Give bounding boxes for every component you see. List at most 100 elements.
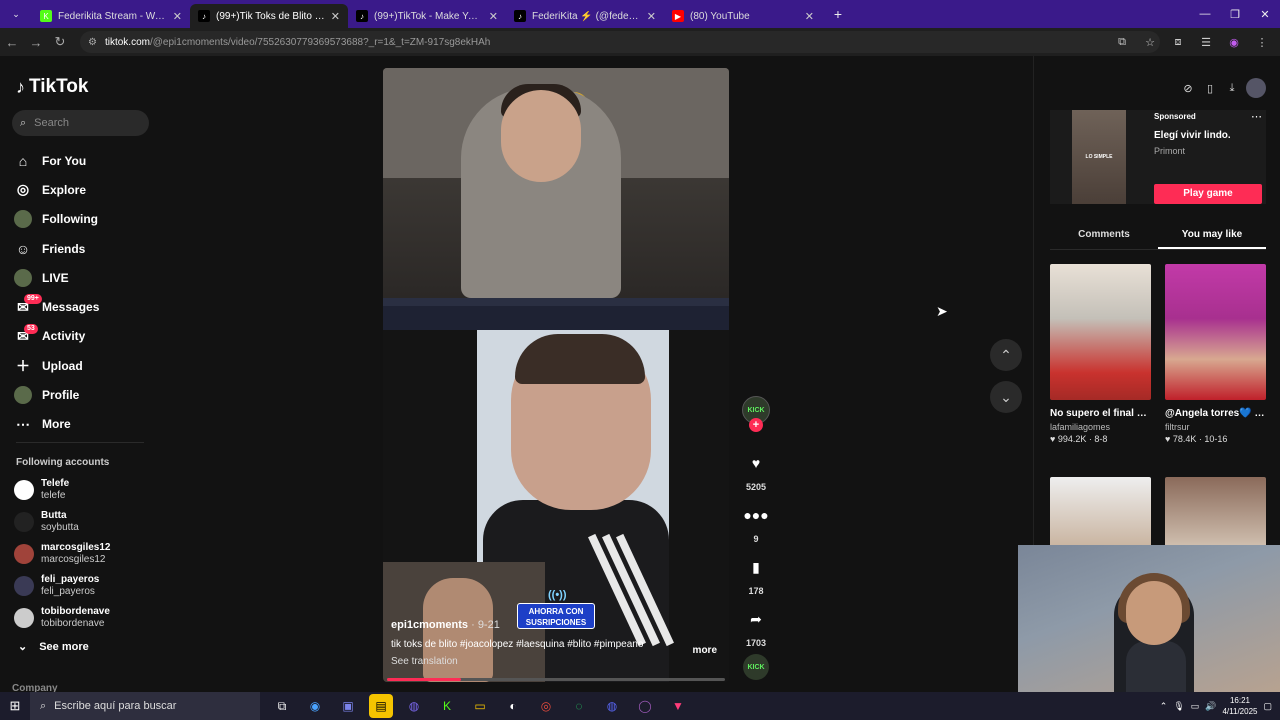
company-link[interactable]: Company: [12, 683, 58, 692]
kick-icon[interactable]: K: [435, 694, 459, 718]
browser-tab[interactable]: ♪ (99+)TikTok - Make Your Day ✕: [348, 4, 506, 28]
discord-icon[interactable]: ◍: [402, 694, 426, 718]
download-icon[interactable]: ⤓: [1224, 80, 1240, 96]
rec-thumbnail[interactable]: [1050, 477, 1151, 547]
nav-item-activity[interactable]: ✉ Activity 53: [14, 322, 154, 351]
search-input[interactable]: ⌕ Search: [12, 110, 149, 136]
phone-icon[interactable]: ▯: [1202, 80, 1218, 96]
site-info-icon[interactable]: ⚙: [88, 37, 97, 48]
media-icon[interactable]: ☰: [1196, 32, 1216, 52]
video-progress-bar[interactable]: [387, 678, 725, 681]
bookmark-icon[interactable]: ▮: [741, 552, 771, 582]
share-action[interactable]: ➦ 1703: [738, 604, 774, 649]
forward-icon[interactable]: →: [24, 30, 48, 54]
account-avatar[interactable]: [14, 544, 34, 564]
ad-menu-icon[interactable]: ⋯: [1251, 110, 1262, 123]
rec-item[interactable]: [1050, 477, 1151, 547]
tab-close-icon[interactable]: ✕: [331, 10, 340, 23]
nav-item-friends[interactable]: ☺ Friends: [14, 234, 154, 263]
obs-icon[interactable]: ◐: [501, 694, 525, 718]
account-avatar[interactable]: [14, 576, 34, 596]
ad-thumbnail[interactable]: LO SIMPLE: [1072, 110, 1126, 204]
compass-icon[interactable]: ⊘: [1180, 80, 1196, 96]
video-player[interactable]: ((•)) AHORRA CON SUSRIPCIONES epi1cmomen…: [383, 68, 729, 682]
copilot-icon[interactable]: ◉: [303, 694, 327, 718]
rec-item[interactable]: [1165, 477, 1266, 547]
follow-plus-button[interactable]: +: [749, 418, 763, 432]
comment-action[interactable]: ●●● 9: [738, 500, 774, 544]
sticky-notes-icon[interactable]: ▤: [369, 694, 393, 718]
windows-start-icon[interactable]: ⊞: [0, 692, 30, 720]
menu-icon[interactable]: ⋮: [1252, 32, 1272, 52]
previous-video-button[interactable]: ⌃: [990, 339, 1022, 371]
following-account[interactable]: Telefe telefe: [14, 474, 154, 506]
browser-tab[interactable]: ♪ FederiKita ⚡ (@federikitaa ✕: [506, 4, 664, 28]
tab-search-icon[interactable]: ⌄: [4, 2, 28, 26]
app-2-icon[interactable]: ▼: [666, 694, 690, 718]
new-tab-button[interactable]: +: [828, 4, 848, 24]
nav-item-following[interactable]: Following: [14, 205, 154, 234]
nav-item-more[interactable]: ⋯ More: [14, 410, 154, 439]
app-icon[interactable]: ◯: [633, 694, 657, 718]
folder-icon[interactable]: ▭: [468, 694, 492, 718]
rec-author[interactable]: lafamiliagomes: [1050, 422, 1151, 432]
tab-close-icon[interactable]: ✕: [173, 10, 182, 23]
whatsapp-icon[interactable]: ◌: [567, 694, 591, 718]
like-action[interactable]: ♥ 5205: [738, 448, 774, 492]
account-avatar[interactable]: [14, 608, 34, 628]
next-video-button[interactable]: ⌄: [990, 381, 1022, 413]
browser-tab[interactable]: ♪ (99+)Tik Toks de Blito con J ✕: [190, 4, 348, 28]
nav-item-explore[interactable]: ◎ Explore: [14, 175, 154, 204]
nav-item-live[interactable]: LIVE: [14, 263, 154, 292]
tab-close-icon[interactable]: ✕: [805, 10, 814, 23]
user-avatar[interactable]: [1246, 78, 1266, 98]
sponsored-ad[interactable]: LO SIMPLE Sponsored ⋯ Elegí vivir lindo.…: [1050, 110, 1266, 204]
clock[interactable]: 16:21 4/11/2025: [1222, 695, 1257, 717]
share-icon[interactable]: ➦: [741, 604, 771, 634]
tray-chevron-icon[interactable]: ⌃: [1160, 701, 1168, 712]
url-bar[interactable]: ⚙ tiktok.com/@epi1cmoments/video/7552630…: [80, 31, 1160, 53]
teams-icon[interactable]: ▣: [336, 694, 360, 718]
rec-title[interactable]: @Angela torres💙 seríamos TODOS...: [1165, 406, 1266, 421]
volume-icon[interactable]: 🔊: [1205, 701, 1216, 712]
rec-item[interactable]: @Angela torres💙 seríamos TODOS... filtrs…: [1165, 264, 1266, 444]
author-name[interactable]: epi1cmoments: [391, 619, 468, 631]
notifications-icon[interactable]: ▢: [1263, 701, 1272, 712]
rec-thumbnail[interactable]: [1050, 264, 1151, 400]
task-view-icon[interactable]: ⧉: [270, 694, 294, 718]
following-account[interactable]: tobibordenave tobibordenave: [14, 602, 154, 634]
rec-title[interactable]: No supero el final 😢😢 #fyp #par...: [1050, 406, 1151, 421]
see-translation-link[interactable]: See translation: [391, 656, 721, 667]
maximize-icon[interactable]: ❐: [1220, 0, 1250, 28]
close-window-icon[interactable]: ✕: [1250, 0, 1280, 28]
taskbar-search[interactable]: ⌕ Escribe aquí para buscar: [30, 692, 260, 720]
music-disc-icon[interactable]: KICK: [743, 654, 769, 680]
tab-comments[interactable]: Comments: [1050, 222, 1158, 249]
extensions-icon[interactable]: ⧈: [1168, 32, 1188, 52]
nav-item-upload[interactable]: ＋ Upload: [14, 351, 154, 380]
install-icon[interactable]: ⧉: [1112, 32, 1132, 52]
tab-you-may-like[interactable]: You may like: [1158, 222, 1266, 249]
following-account[interactable]: feli_payeros feli_payeros: [14, 570, 154, 602]
mic-icon[interactable]: 🎙: [1173, 701, 1184, 712]
tab-close-icon[interactable]: ✕: [647, 10, 656, 23]
account-avatar[interactable]: [14, 480, 34, 500]
rec-author[interactable]: filtrsur: [1165, 422, 1266, 432]
more-button[interactable]: more: [693, 645, 717, 656]
rec-thumbnail[interactable]: [1165, 264, 1266, 400]
rec-thumbnail[interactable]: [1165, 477, 1266, 547]
chrome-icon[interactable]: ◎: [534, 694, 558, 718]
save-action[interactable]: ▮ 178: [738, 552, 774, 597]
network-icon[interactable]: ▭: [1191, 701, 1200, 712]
bookmark-star-icon[interactable]: ☆: [1140, 32, 1160, 52]
nav-item-messages[interactable]: ✉ Messages 99+: [14, 292, 154, 321]
tab-close-icon[interactable]: ✕: [489, 10, 498, 23]
nav-item-profile[interactable]: Profile: [14, 380, 154, 409]
reload-icon[interactable]: ↻: [48, 30, 72, 54]
comment-icon[interactable]: ●●●: [741, 500, 771, 530]
following-account[interactable]: Butta soybutta: [14, 506, 154, 538]
rec-item[interactable]: No supero el final 😢😢 #fyp #par... lafam…: [1050, 264, 1151, 444]
video-author[interactable]: epi1cmoments · 9-21: [391, 619, 721, 631]
profile-icon[interactable]: ◉: [1224, 32, 1244, 52]
nav-item-for-you[interactable]: ⌂ For You: [14, 146, 154, 175]
